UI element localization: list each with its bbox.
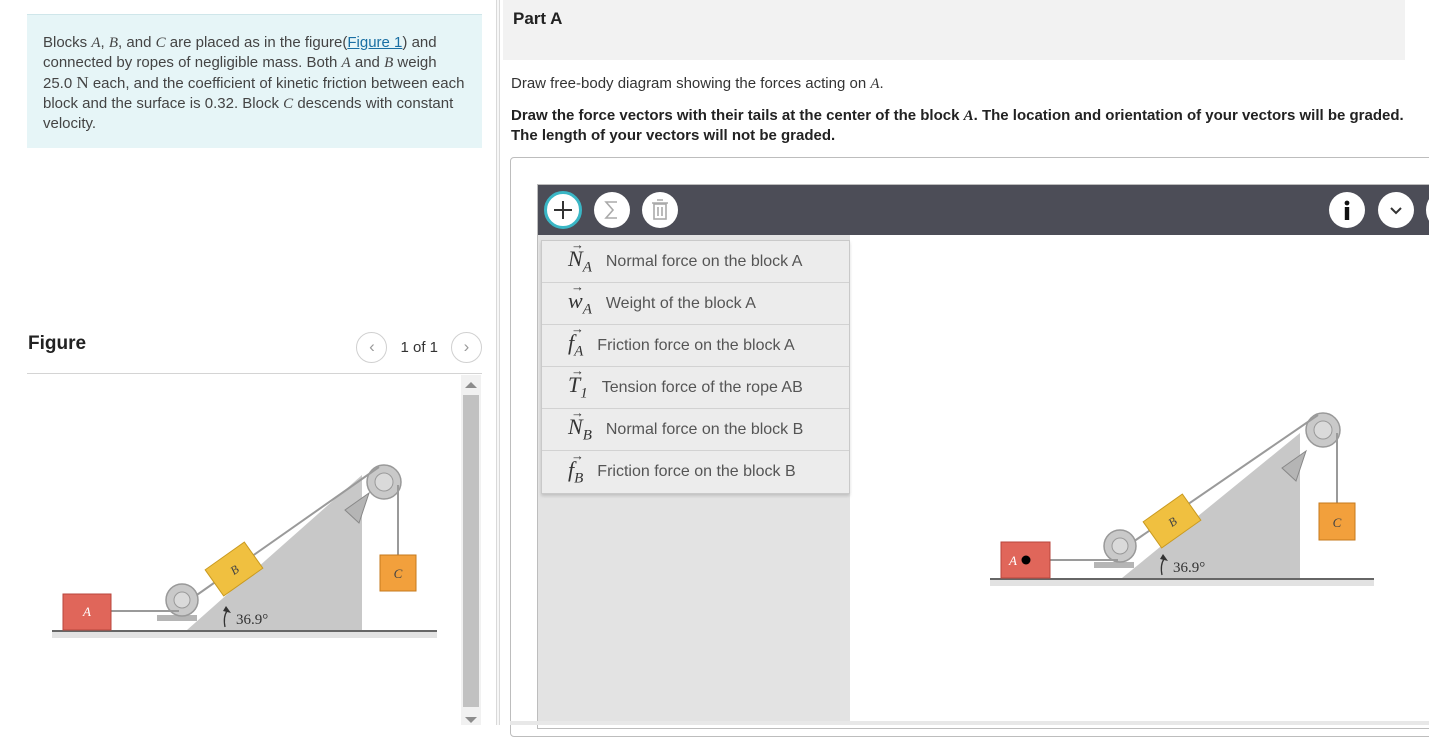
- vector-label: Friction force on the block B: [597, 463, 796, 480]
- problem-text: C: [283, 96, 294, 112]
- instructions: Draw free-body diagram showing the force…: [511, 74, 1411, 146]
- part-title: Part A: [513, 9, 563, 28]
- figure-scrollbar[interactable]: [461, 375, 481, 725]
- scroll-thumb[interactable]: [463, 395, 479, 707]
- bottom-pulley-hub: [173, 591, 191, 609]
- more-options-button[interactable]: [1378, 192, 1414, 228]
- vector-subscript: A: [574, 343, 584, 360]
- instruction-line-1: Draw free-body diagram showing the force…: [511, 75, 884, 92]
- vector-menu: → NA Normal force on the block A → wA Weight …: [541, 237, 850, 494]
- figure-pager: ‹ 1 of 1 ›: [356, 331, 482, 363]
- vector-label: Normal force on the block B: [605, 420, 804, 438]
- canvas-diagram: A B C 36.9°: [990, 412, 1374, 586]
- vector-label: Weight of the block A: [605, 294, 756, 312]
- prev-figure-button[interactable]: ‹: [356, 331, 388, 363]
- sigma-icon: [604, 201, 617, 219]
- info-button[interactable]: [1329, 192, 1365, 228]
- canvas-bottom-pulley-hub: [1111, 537, 1129, 555]
- scroll-up-arrow[interactable]: [465, 382, 477, 388]
- pane-divider[interactable]: [496, 0, 500, 725]
- block-a-center-dot: [1021, 555, 1031, 565]
- next-figure-button[interactable]: ›: [451, 331, 482, 363]
- problem-text: Blocks: [43, 34, 92, 51]
- vector-label: Friction force on the block A: [597, 336, 795, 354]
- problem-text: A: [91, 35, 101, 51]
- problem-text: and: [350, 54, 385, 71]
- instruction-line-2: Draw the force vectors with their tails …: [511, 107, 1404, 144]
- vector-label: Normal force on the block A: [605, 252, 803, 270]
- vector-arrow-icon: →: [571, 447, 584, 463]
- vector-symbol: → NA: [568, 237, 592, 276]
- vector-option[interactable]: → NB Normal force on the block B: [542, 405, 849, 451]
- figure-diagram: A B C 36.9°: [52, 464, 437, 638]
- scroll-down-arrow[interactable]: [465, 717, 477, 723]
- top-pulley-hub: [374, 472, 394, 492]
- problem-text: A: [341, 55, 351, 71]
- vector-subscript: B: [582, 427, 592, 444]
- vector-symbol: → fB: [568, 448, 584, 487]
- vector-arrow-icon: →: [571, 321, 584, 337]
- figure-title: Figure: [28, 333, 87, 354]
- vector-arrow-icon: →: [571, 237, 584, 253]
- canvas-block-a-label: A: [1008, 553, 1017, 568]
- part-header: Part A: [503, 0, 1405, 60]
- vector-option[interactable]: → NA Normal force on the block A: [542, 237, 849, 283]
- canvas-ground-shade: [990, 580, 1374, 586]
- vector-arrow-icon: →: [571, 279, 584, 295]
- vector-arrow-icon: →: [571, 363, 584, 379]
- problem-text: , and: [118, 34, 156, 51]
- drawing-toolbar: [538, 185, 1429, 235]
- sum-vectors-button[interactable]: [594, 192, 630, 228]
- angle-label: 36.9°: [236, 612, 268, 628]
- add-vector-button[interactable]: [544, 191, 582, 229]
- vector-subscript: B: [574, 470, 584, 487]
- plus-icon: [554, 201, 572, 219]
- problem-text: N: [76, 73, 89, 92]
- vector-symbol: → T1: [568, 363, 588, 402]
- figure-viewport: A B C 36.9°: [27, 375, 482, 725]
- problem-text: C: [155, 35, 166, 51]
- ground-shade: [52, 632, 437, 638]
- delete-button[interactable]: [642, 192, 678, 228]
- vector-subscript: A: [582, 301, 592, 318]
- vector-subscript: 1: [580, 385, 588, 402]
- vector-option[interactable]: → fB Friction force on the block B: [542, 448, 849, 493]
- info-icon: [1344, 200, 1350, 220]
- vector-symbol: → wA: [568, 279, 592, 318]
- block-a-label: A: [82, 604, 91, 619]
- problem-text: ,: [100, 34, 109, 51]
- canvas-top-pulley-hub: [1313, 420, 1333, 440]
- vector-option[interactable]: → wA Weight of the block A: [542, 279, 849, 325]
- figure-link[interactable]: Figure 1: [347, 34, 402, 51]
- drawing-canvas[interactable]: A B C 36.9°: [982, 338, 1382, 663]
- vector-symbol: → NB: [568, 405, 592, 444]
- chevron-right-icon: ›: [463, 337, 470, 356]
- block-c-label: C: [394, 566, 403, 581]
- trash-icon: [652, 199, 668, 220]
- figure-page-count: 1 of 1: [400, 338, 438, 356]
- vector-arrow-icon: →: [571, 405, 584, 421]
- vector-option[interactable]: → T1 Tension force of the rope AB: [542, 363, 849, 409]
- canvas-angle-label: 36.9°: [1173, 560, 1205, 576]
- figure-header: Figure ‹ 1 of 1 ›: [27, 330, 482, 374]
- problem-statement: Blocks A, B, and C are placed as in the …: [27, 14, 482, 148]
- canvas-ramp: [1122, 433, 1300, 578]
- bottom-rule: [510, 721, 1429, 725]
- canvas-block-c-label: C: [1333, 515, 1342, 530]
- chevron-down-icon: [1390, 207, 1402, 215]
- vector-label: Tension force of the rope AB: [601, 378, 803, 396]
- problem-text: are placed as in the figure(: [165, 34, 348, 51]
- chevron-left-icon: ‹: [369, 337, 375, 356]
- problem-text: B: [384, 55, 394, 71]
- vector-subscript: A: [582, 259, 592, 276]
- vector-symbol: → fA: [568, 321, 584, 360]
- vector-option[interactable]: → fA Friction force on the block A: [542, 321, 849, 367]
- left-pane: Blocks A, B, and C are placed as in the …: [0, 0, 496, 725]
- problem-text: B: [108, 35, 119, 51]
